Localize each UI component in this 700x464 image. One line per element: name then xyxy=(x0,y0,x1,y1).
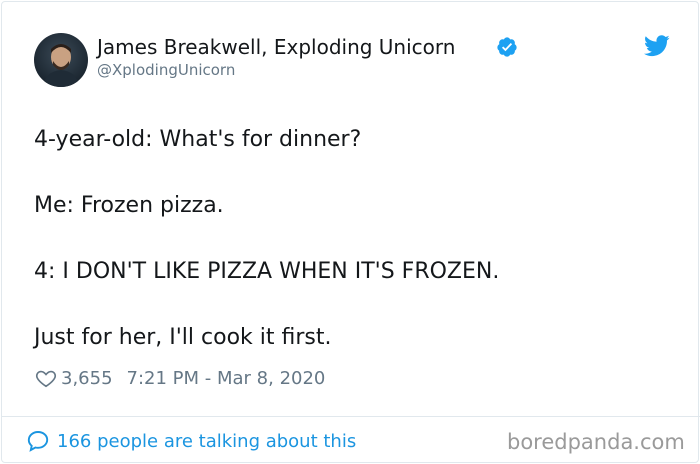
author-name[interactable]: James Breakwell, Exploding Unicorn xyxy=(97,34,455,60)
author-handle[interactable]: @XplodingUnicorn xyxy=(97,60,235,80)
tweet-card: James Breakwell, Exploding Unicorn @Xplo… xyxy=(1,1,700,463)
tweet-text-line: Me: Frozen pizza. xyxy=(34,193,224,218)
tweet-text-line: 4-year-old: What's for dinner? xyxy=(34,127,362,152)
avatar-portrait-icon xyxy=(42,44,80,87)
like-count[interactable]: 3,655 xyxy=(61,368,113,389)
verified-badge-icon xyxy=(497,37,517,57)
heart-icon[interactable] xyxy=(35,367,57,389)
divider xyxy=(2,416,700,417)
tweet-timestamp[interactable]: 7:21 PM - Mar 8, 2020 xyxy=(127,368,326,389)
speech-bubble-icon xyxy=(27,431,49,452)
tweet-text-line: 4: I DON'T LIKE PIZZA WHEN IT'S FROZEN. xyxy=(34,259,500,284)
conversation-link[interactable]: 166 people are talking about this xyxy=(26,428,356,454)
twitter-bird-icon[interactable] xyxy=(644,35,670,57)
watermark: boredpanda.com xyxy=(507,430,685,454)
tweet-text-line: Just for her, I'll cook it first. xyxy=(34,325,332,350)
conversation-link-text[interactable]: 166 people are talking about this xyxy=(57,431,356,452)
avatar[interactable] xyxy=(34,33,88,87)
tweet-meta: 3,655 7:21 PM - Mar 8, 2020 xyxy=(35,366,325,390)
